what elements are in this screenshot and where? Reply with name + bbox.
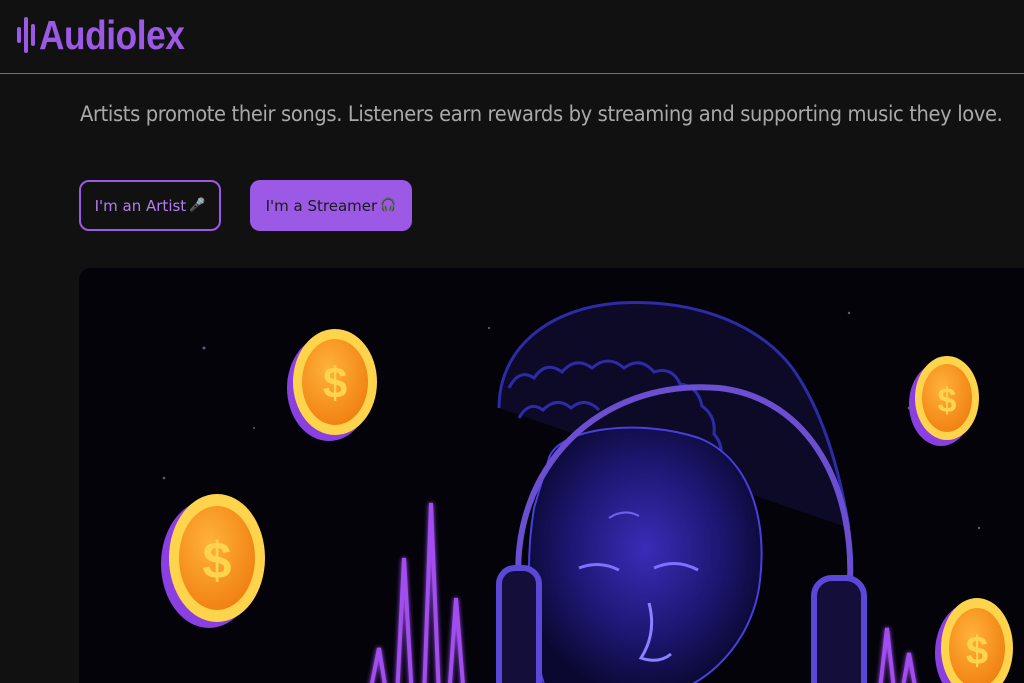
artist-button-label: I'm an Artist	[94, 196, 187, 215]
streamer-button[interactable]: I'm a Streamer 🎧	[250, 180, 412, 231]
coin-icon: $	[161, 494, 265, 628]
svg-text:$: $	[966, 629, 988, 673]
coin-icon: $	[287, 329, 377, 441]
brand-name: Audiolex	[39, 12, 185, 58]
sound-bars-icon	[17, 13, 35, 57]
coin-icon: $	[909, 356, 979, 446]
microphone-icon: 🎤	[189, 198, 206, 213]
streamer-button-label: I'm a Streamer	[265, 196, 378, 215]
hero-image: $ $ $ $	[79, 268, 1024, 683]
listener-face	[528, 426, 763, 683]
svg-text:$: $	[203, 532, 232, 590]
hero-tagline: Artists promote their songs. Listeners e…	[80, 102, 1003, 126]
svg-text:$: $	[938, 382, 957, 420]
coin-icon: $	[935, 598, 1013, 683]
svg-text:$: $	[323, 359, 347, 408]
headphones-icon: 🎧	[380, 198, 397, 213]
artist-button[interactable]: I'm an Artist 🎤	[79, 180, 221, 231]
site-header: Audiolex	[0, 0, 1024, 74]
brand-logo[interactable]: Audiolex	[17, 10, 208, 60]
